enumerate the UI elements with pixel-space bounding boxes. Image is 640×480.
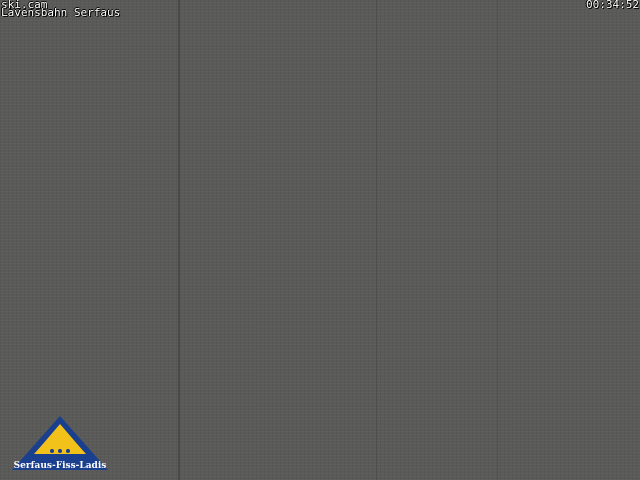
sensor-artifact-line	[376, 0, 377, 480]
sensor-artifact-line	[178, 0, 180, 480]
sensor-artifact-line	[497, 0, 498, 480]
logo-snowflake-icon	[50, 449, 54, 453]
timestamp: 00:34:52	[586, 0, 639, 11]
serfaus-fiss-ladis-logo: Serfaus-Fiss-Ladis	[8, 414, 112, 472]
logo-snowflake-icon	[66, 449, 70, 453]
camera-location: Lavensbahn Serfaus	[1, 6, 121, 19]
logo-brand-text: Serfaus-Fiss-Ladis	[13, 461, 107, 471]
logo-snowflake-icon	[58, 449, 62, 453]
webcam-frame: ski.cam Lavensbahn Serfaus 00:34:52 Serf…	[0, 0, 640, 480]
